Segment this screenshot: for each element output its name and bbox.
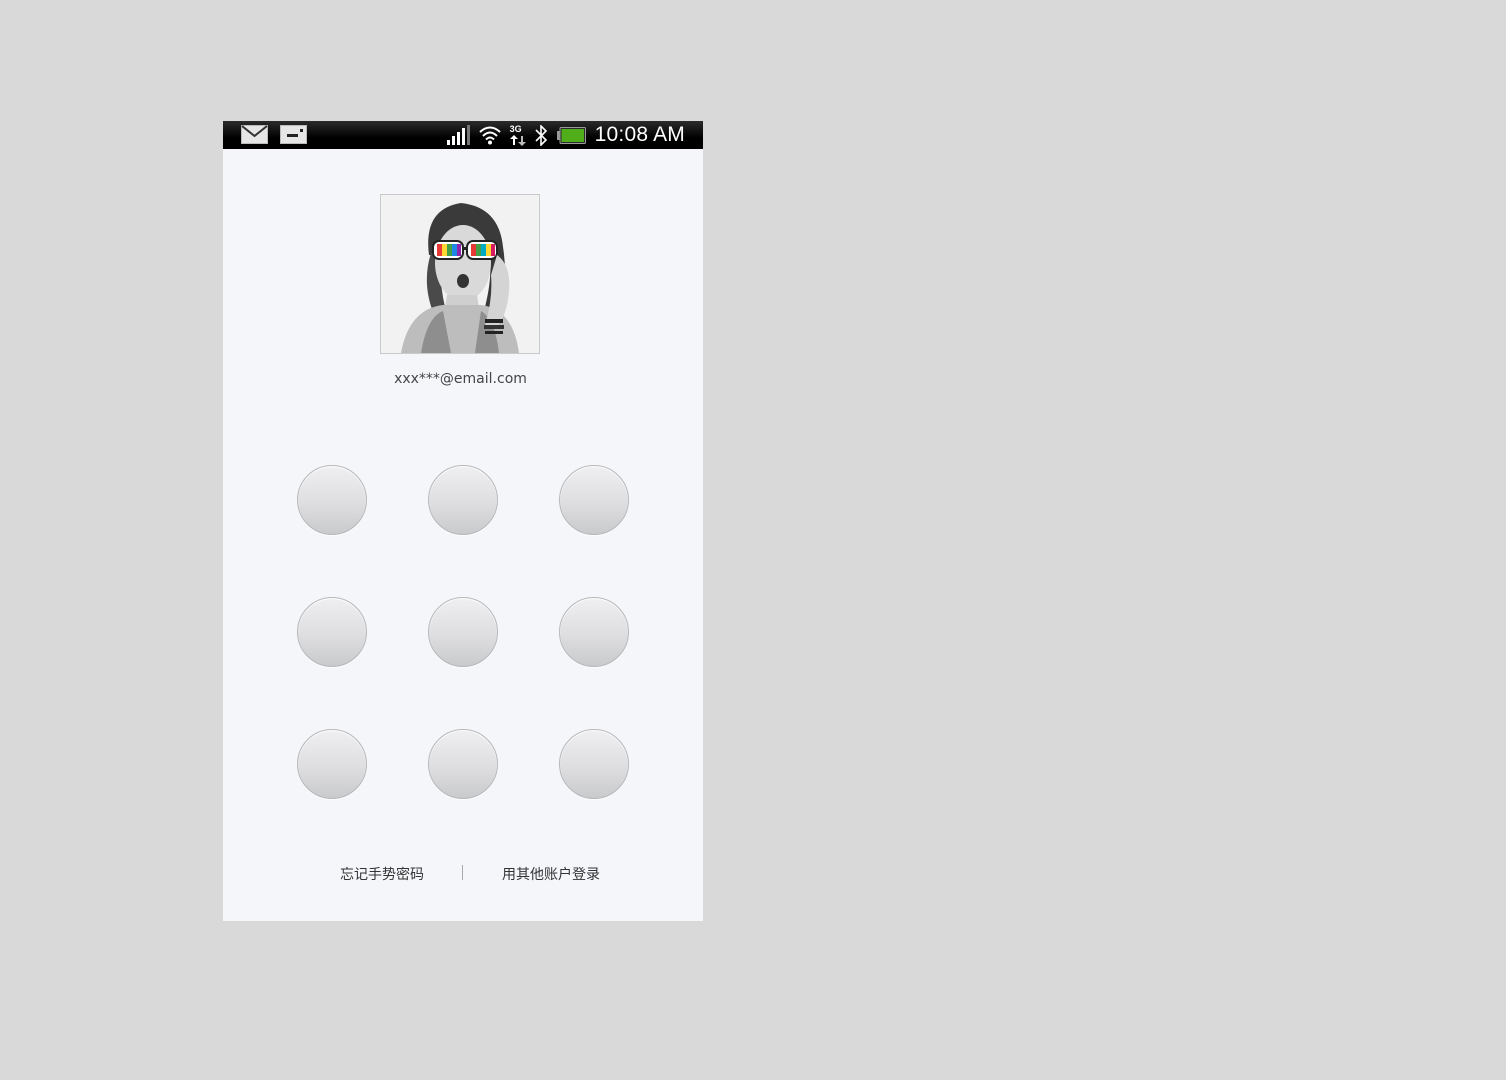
battery-icon <box>556 126 586 144</box>
avatar-photo <box>381 195 539 353</box>
status-time: 10:08 AM <box>594 123 685 146</box>
pattern-dot-6[interactable] <box>559 597 629 667</box>
phone-screen: 3G 10:08 AM xxx***@email.com 忘记手势密码 用其他账… <box>223 121 703 921</box>
avatar <box>380 194 540 354</box>
bluetooth-icon <box>535 124 547 146</box>
pattern-dot-5[interactable] <box>428 597 498 667</box>
other-account-login-link[interactable]: 用其他账户登录 <box>502 864 600 884</box>
account-email: xxx***@email.com <box>394 371 527 387</box>
pattern-dot-3[interactable] <box>559 465 629 535</box>
pattern-dot-2[interactable] <box>428 465 498 535</box>
status-bar: 3G 10:08 AM <box>223 121 703 149</box>
forgot-pattern-link[interactable]: 忘记手势密码 <box>340 864 424 884</box>
pattern-dot-8[interactable] <box>428 729 498 799</box>
wifi-icon <box>479 126 501 145</box>
pattern-dot-4[interactable] <box>297 597 367 667</box>
3g-data-icon: 3G <box>509 124 526 146</box>
pattern-lock-grid[interactable] <box>297 465 629 799</box>
footer-links: 忘记手势密码 用其他账户登录 <box>223 861 703 885</box>
footer-divider <box>462 865 463 880</box>
sim-card-icon <box>280 125 307 144</box>
pattern-dot-9[interactable] <box>559 729 629 799</box>
network-label: 3G <box>509 124 522 134</box>
pattern-dot-7[interactable] <box>297 729 367 799</box>
mail-icon <box>241 125 268 144</box>
signal-icon <box>446 125 470 145</box>
pattern-dot-1[interactable] <box>297 465 367 535</box>
